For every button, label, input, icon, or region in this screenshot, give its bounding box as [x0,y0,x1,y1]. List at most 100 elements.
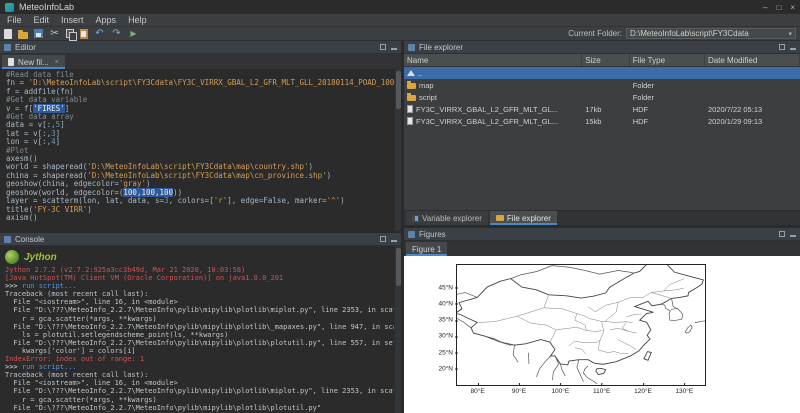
code-line: lon = v[:,4] [6,138,391,146]
figures-icon [408,231,415,238]
minimize-icon[interactable] [790,48,796,50]
window-title: MeteoInfoLab [19,2,74,12]
toolbar-icons: ✂ ↶ ↷ ▶ [4,28,139,39]
file-explorer-header: File explorer [404,41,800,54]
file-explorer-title: File explorer [419,43,463,52]
console-line: File "<iostream>", line 16, in <module> [5,379,391,387]
column-header[interactable]: File Type [630,54,705,66]
file-cell: Folder [630,93,705,102]
file-row[interactable]: script Folder [404,91,800,103]
column-header[interactable]: Name [404,54,582,66]
minimize-icon[interactable] [391,240,397,242]
file-name-cell: .. [404,69,582,78]
title-bar: MeteoInfoLab – □ × [0,0,800,14]
console-line: r = gca.scatter(*args, **kwargs) [5,315,391,323]
file-cell: 17kb [582,105,630,114]
code-line: lat = v[:,3] [6,130,391,138]
minimize-icon[interactable] [790,235,796,237]
run-script-icon[interactable]: ▶ [128,28,139,39]
console-line: [Java HotSpot(TM) Client VM (Oracle Corp… [5,274,391,282]
file-icon [407,117,413,125]
cut-icon[interactable]: ✂ [49,28,60,39]
jython-banner: Jython [5,248,391,266]
new-script-icon[interactable] [4,29,12,39]
undo-icon[interactable]: ↶ [94,28,105,39]
close-button[interactable]: × [790,3,795,12]
file-table-header: NameSizeFile TypeDate Modified [404,54,800,67]
file-row[interactable]: .. [404,67,800,79]
map-plot[interactable]: 80°E90°E100°E110°E120°E130°E 20°N25°N30°… [456,264,706,386]
open-file-icon[interactable] [18,32,28,39]
paste-icon[interactable] [80,29,88,39]
figure-tab-label: Figure 1 [412,245,441,254]
minimize-button[interactable]: – [763,3,767,12]
chevron-down-icon[interactable]: ▾ [788,30,792,38]
column-header[interactable]: Size [582,54,630,66]
menu-item-file[interactable]: File [7,15,22,25]
redo-icon[interactable]: ↷ [111,28,122,39]
explorer-tab-bar: Variable explorer File explorer [404,210,800,225]
file-cell: 2020/1/29 09:13 [705,117,800,126]
menu-item-insert[interactable]: Insert [61,15,84,25]
editor-panel-title: Editor [15,43,36,52]
file-name-cell: FY3C_VIRRX_GBAL_L2_GFR_MLT_GL... [404,117,582,126]
console-scrollbar[interactable] [394,246,401,413]
float-icon[interactable] [380,44,386,50]
menu-item-help[interactable]: Help [128,15,147,25]
editor-panel-header: Editor [0,41,401,54]
figure-canvas[interactable]: 80°E90°E100°E110°E120°E130°E 20°N25°N30°… [404,256,800,413]
y-tick-label: 25°N [438,349,453,356]
file-name-cell: FY3C_VIRRX_GBAL_L2_GFR_MLT_GL... [404,105,582,114]
console-line: File "D:\???\MeteoInfo_2.2.7\MeteoInfo\p… [5,339,391,347]
menu-item-apps[interactable]: Apps [96,15,117,25]
float-icon[interactable] [380,236,386,242]
tab-file-explorer[interactable]: File explorer [490,211,557,225]
up-icon [407,70,415,76]
variable-explorer-tab-label: Variable explorer [422,214,482,223]
figures-panel: Figures Figure 1 [404,228,800,413]
tab-new-file[interactable]: New fil... × [2,55,65,69]
column-header[interactable]: Date Modified [705,54,800,66]
code-line: #Plot [6,147,391,155]
console-panel: Console Jython Jython 2.7.2 (v2.7.2:925a… [0,233,401,413]
china-map [457,265,705,385]
x-tick-label: 110°E [593,388,610,395]
menu-item-edit[interactable]: Edit [34,15,50,25]
current-folder-combobox[interactable]: D:\MeteoInfoLab\script\FY3Cdata ▾ [626,28,796,39]
float-icon[interactable] [779,44,785,50]
file-table: ..mapFolderscriptFolderFY3C_VIRRX_GBAL_L… [404,67,800,210]
editor-icon [4,44,11,51]
console-panel-header: Console [0,233,401,246]
tab-figure-1[interactable]: Figure 1 [406,242,447,256]
console-panel-title: Console [15,235,44,244]
figures-panel-header: Figures [404,228,800,241]
file-row[interactable]: FY3C_VIRRX_GBAL_L2_GFR_MLT_GL...17kbHDF2… [404,103,800,115]
console-output[interactable]: Jython Jython 2.7.2 (v2.7.2:925a3cc3b49d… [0,246,401,413]
copy-icon[interactable] [66,29,74,38]
file-row[interactable]: FY3C_VIRRX_GBAL_L2_GFR_MLT_GL...15kbHDF2… [404,115,800,127]
x-tick-label: 130°E [675,388,693,395]
console-line: r = gca.scatter(*args, **kwargs) [5,396,391,404]
tab-variable-explorer[interactable]: Variable explorer [406,211,488,225]
console-line: IndexError: index out of range: 1 [5,355,391,363]
code-line: axism() [6,214,391,222]
code-editor[interactable]: #Read data filefn = 'D:\MeteoInfoLab\scr… [0,69,401,230]
maximize-button[interactable]: □ [776,3,781,12]
float-icon[interactable] [779,231,785,237]
y-tick-label: 45°N [438,284,453,291]
file-name-cell: map [404,81,582,90]
editor-scrollbar[interactable] [394,69,401,230]
file-cell: Folder [630,81,705,90]
folder-icon [407,83,416,89]
console-line: Jython 2.7.2 (v2.7.2:925a3cc3b49d, Mar 2… [5,266,391,274]
file-row[interactable]: map Folder [404,79,800,91]
current-folder-label: Current Folder: [568,29,622,38]
y-tick-label: 35°N [438,317,453,324]
file-name-cell: script [404,93,582,102]
y-tick-label: 30°N [438,333,453,340]
save-icon[interactable] [34,29,43,38]
x-tick-label: 120°E [634,388,652,395]
console-line: File "<iostream>", line 16, in <module> [5,298,391,306]
minimize-icon[interactable] [391,48,397,50]
close-tab-icon[interactable]: × [55,59,59,66]
